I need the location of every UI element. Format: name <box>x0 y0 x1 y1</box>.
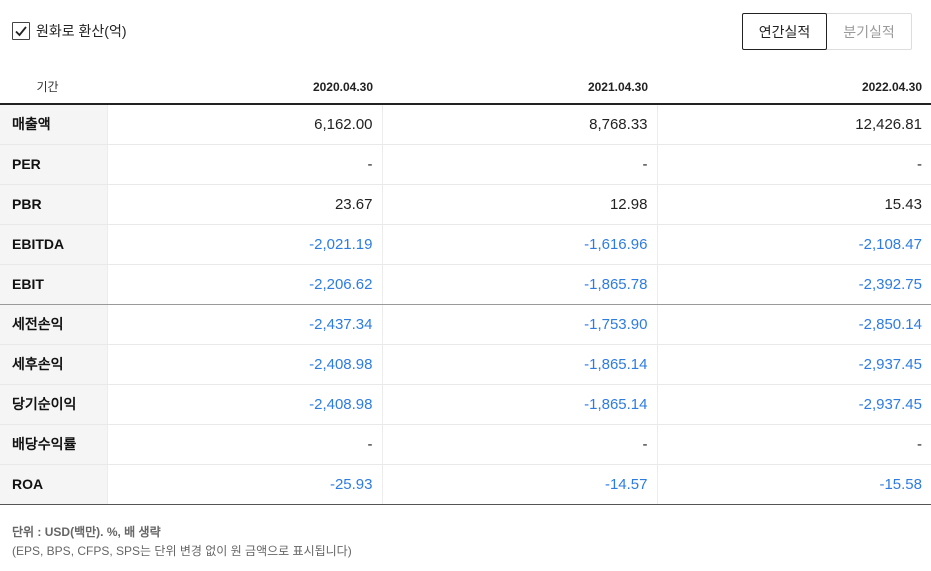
column-header: 2020.04.30 <box>107 70 382 105</box>
table-cell: - <box>106 424 382 465</box>
row-label: PER <box>0 144 107 185</box>
row-label: ROA <box>0 464 107 505</box>
detail-note: (EPS, BPS, CFPS, SPS는 단위 변경 없이 원 금액으로 표시… <box>12 544 352 558</box>
convert-checkbox[interactable] <box>12 22 30 40</box>
row-label: EBITDA <box>0 224 107 265</box>
table-cell: -15.58 <box>656 464 931 505</box>
toolbar: 원화로 환산(억) 연간실적 분기실적 <box>0 0 931 70</box>
table-header-row: 기간 2020.04.30 2021.04.30 2022.04.30 <box>0 70 931 105</box>
table-cell: -2,437.34 <box>106 304 382 345</box>
table-cell: -2,408.98 <box>106 344 382 385</box>
convert-label: 원화로 환산(억) <box>36 23 127 39</box>
table-cell: -2,408.98 <box>106 384 382 425</box>
row-label: 당기순이익 <box>0 384 107 425</box>
table-cell: - <box>656 424 931 465</box>
table-cell: -2,850.14 <box>656 304 931 345</box>
row-label: PBR <box>0 184 107 225</box>
table-row: 배당수익률 - - - <box>0 424 931 465</box>
table-cell: 12,426.81 <box>656 104 931 145</box>
table-cell: -1,865.14 <box>381 384 657 425</box>
table-row: ROA -25.93 -14.57 -15.58 <box>0 464 931 505</box>
table-cell: -1,753.90 <box>381 304 657 345</box>
table-cell: 23.67 <box>106 184 382 225</box>
table-row: 세전손익 -2,437.34 -1,753.90 -2,850.14 <box>0 304 931 345</box>
table-row: 매출액 6,162.00 8,768.33 12,426.81 <box>0 104 931 145</box>
convert-krw-toggle[interactable]: 원화로 환산(억) <box>12 21 127 41</box>
table-row: 당기순이익 -2,408.98 -1,865.14 -2,937.45 <box>0 384 931 425</box>
unit-note: 단위 : USD(백만). %, 배 생략 <box>12 525 161 539</box>
period-header: 기간 <box>0 70 107 105</box>
table-cell: -25.93 <box>106 464 382 505</box>
table-cell: -1,865.78 <box>381 264 657 305</box>
table-cell: -1,616.96 <box>381 224 657 265</box>
table-cell: -2,108.47 <box>656 224 931 265</box>
table-cell: - <box>381 144 657 185</box>
tab-annual[interactable]: 연간실적 <box>742 13 827 50</box>
table-cell: - <box>656 144 931 185</box>
table-row: EBITDA -2,021.19 -1,616.96 -2,108.47 <box>0 224 931 265</box>
financial-table: 기간 2020.04.30 2021.04.30 2022.04.30 매출액 6… <box>0 70 931 505</box>
row-label: 세후손익 <box>0 344 107 385</box>
table-row: PBR 23.67 12.98 15.43 <box>0 184 931 225</box>
row-label: 배당수익률 <box>0 424 107 465</box>
table-cell: 8,768.33 <box>381 104 657 145</box>
table-row: 세후손익 -2,408.98 -1,865.14 -2,937.45 <box>0 344 931 385</box>
column-header: 2021.04.30 <box>382 70 657 105</box>
table-row: PER - - - <box>0 144 931 185</box>
table-cell: -2,937.45 <box>656 384 931 425</box>
row-label: EBIT <box>0 264 107 305</box>
table-cell: -14.57 <box>381 464 657 505</box>
table-cell: 15.43 <box>656 184 931 225</box>
table-cell: 6,162.00 <box>106 104 382 145</box>
table-cell: -2,021.19 <box>106 224 382 265</box>
table-cell: -1,865.14 <box>381 344 657 385</box>
table-cell: -2,206.62 <box>106 264 382 305</box>
column-header: 2022.04.30 <box>657 70 931 105</box>
tab-quarterly[interactable]: 분기실적 <box>826 13 912 50</box>
row-label: 매출액 <box>0 104 107 145</box>
row-label: 세전손익 <box>0 304 107 345</box>
table-cell: 12.98 <box>381 184 657 225</box>
table-cell: -2,937.45 <box>656 344 931 385</box>
table-cell: -2,392.75 <box>656 264 931 305</box>
check-icon <box>15 26 27 37</box>
footnotes: 단위 : USD(백만). %, 배 생략 (EPS, BPS, CFPS, S… <box>12 524 352 560</box>
table-cell: - <box>381 424 657 465</box>
table-cell: - <box>106 144 382 185</box>
table-row: EBIT -2,206.62 -1,865.78 -2,392.75 <box>0 264 931 305</box>
